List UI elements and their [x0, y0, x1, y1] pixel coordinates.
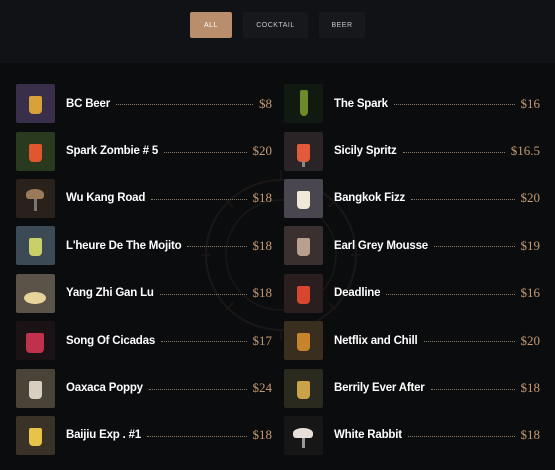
menu-item-white-rabbit[interactable]: White Rabbit $18: [284, 412, 540, 459]
dotted-leader: [423, 341, 515, 343]
dotted-leader: [159, 293, 247, 295]
drink-photo: [16, 368, 55, 408]
drink-price: $17: [252, 332, 273, 348]
menu-item-the-spark[interactable]: The Spark $16: [284, 80, 540, 127]
drink-photo: [284, 226, 323, 266]
drink-price: $16.5: [510, 143, 540, 159]
drink-photo: [284, 415, 323, 455]
menu-item-yang-zhi-gan-lu[interactable]: Yang Zhi Gan Lu $18: [16, 270, 272, 317]
drink-photo: [16, 415, 55, 455]
drink-photo: [16, 131, 55, 171]
dotted-leader: [115, 104, 253, 106]
filter-cocktail-button[interactable]: COCKTAIL: [243, 12, 308, 38]
menu-item-spark-zombie-5[interactable]: Spark Zombie # 5 $20: [16, 127, 272, 174]
drink-price: $20: [520, 332, 541, 348]
dotted-leader: [386, 293, 515, 295]
drink-name: Yang Zhi Gan Lu: [66, 287, 154, 300]
dotted-leader: [151, 198, 247, 200]
drink-name: Oaxaca Poppy: [66, 382, 143, 395]
drink-price: $16: [520, 285, 541, 301]
menu-item-bc-beer[interactable]: BC Beer $8: [16, 80, 272, 127]
drink-name: Earl Grey Mousse: [334, 239, 428, 252]
drink-price: $18: [520, 380, 541, 396]
menu-item-deadline[interactable]: Deadline $16: [284, 270, 540, 317]
drink-name: Sicily Spritz: [334, 145, 397, 158]
dotted-leader: [161, 341, 247, 343]
menu-item-sicily-spritz[interactable]: Sicily Spritz $16.5: [284, 127, 540, 174]
menu-item-oaxaca-poppy[interactable]: Oaxaca Poppy $24: [16, 364, 272, 411]
drink-name: Berrily Ever After: [334, 382, 425, 395]
drink-photo: [16, 226, 55, 266]
drink-photo: [16, 273, 55, 313]
drink-price: $18: [252, 237, 273, 253]
menu-item-lheure-de-the-mojito[interactable]: L'heure De The Mojito $18: [16, 222, 272, 269]
menu-list: BC Beer $8 The Spark $16 Spark Zombie # …: [16, 80, 546, 459]
drink-photo: [16, 178, 55, 218]
drink-price: $16: [520, 95, 541, 111]
menu-item-wu-kang-road[interactable]: Wu Kang Road $18: [16, 175, 272, 222]
drink-price: $19: [520, 237, 541, 253]
menu-item-netflix-and-chill[interactable]: Netflix and Chill $20: [284, 317, 540, 364]
menu-item-bangkok-fizz[interactable]: Bangkok Fizz $20: [284, 175, 540, 222]
drink-price: $24: [252, 380, 273, 396]
drink-name: Song Of Cicadas: [66, 334, 156, 347]
drink-photo: [284, 178, 323, 218]
drink-price: $18: [252, 285, 273, 301]
filter-beer-button[interactable]: BEER: [319, 12, 365, 38]
dotted-leader: [407, 435, 515, 437]
drink-photo: [284, 273, 323, 313]
drink-price: $18: [252, 190, 273, 206]
drink-price: $20: [520, 190, 541, 206]
dotted-leader: [393, 104, 515, 106]
menu-item-earl-grey-mousse[interactable]: Earl Grey Mousse $19: [284, 222, 540, 269]
drink-photo: [16, 321, 55, 361]
menu-item-baijiu-exp-1[interactable]: Baijiu Exp . #1 $18: [16, 412, 272, 459]
dotted-leader: [433, 246, 515, 248]
drink-photo: [16, 84, 55, 124]
filter-all-button[interactable]: ALL: [190, 12, 232, 38]
filter-tabs: ALL COCKTAIL BEER: [0, 12, 555, 38]
drink-name: L'heure De The Mojito: [66, 239, 182, 252]
drink-name: BC Beer: [66, 97, 110, 110]
drink-name: Spark Zombie # 5: [66, 145, 159, 158]
drink-photo: [284, 84, 323, 124]
menu-item-song-of-cicadas[interactable]: Song Of Cicadas $17: [16, 317, 272, 364]
drink-name: Netflix and Chill: [334, 334, 418, 347]
dotted-leader: [146, 435, 247, 437]
drink-price: $18: [520, 427, 541, 443]
drink-name: White Rabbit: [334, 429, 402, 442]
menu-item-berrily-ever-after[interactable]: Berrily Ever After $18: [284, 364, 540, 411]
dotted-leader: [187, 246, 247, 248]
drink-photo: [284, 368, 323, 408]
drink-name: Baijiu Exp . #1: [66, 429, 141, 442]
drink-name: Bangkok Fizz: [334, 192, 406, 205]
drink-name: Wu Kang Road: [66, 192, 146, 205]
drink-name: The Spark: [334, 97, 388, 110]
filter-bar: ALL COCKTAIL BEER: [0, 0, 555, 63]
drink-photo: [284, 131, 323, 171]
drink-photo: [284, 321, 323, 361]
dotted-leader: [411, 198, 515, 200]
drink-price: $20: [252, 143, 273, 159]
dotted-leader: [430, 388, 515, 390]
dotted-leader: [164, 151, 247, 153]
drink-price: $8: [259, 95, 272, 111]
dotted-leader: [402, 151, 505, 153]
drink-name: Deadline: [334, 287, 381, 300]
dotted-leader: [148, 388, 247, 390]
drink-price: $18: [252, 427, 273, 443]
